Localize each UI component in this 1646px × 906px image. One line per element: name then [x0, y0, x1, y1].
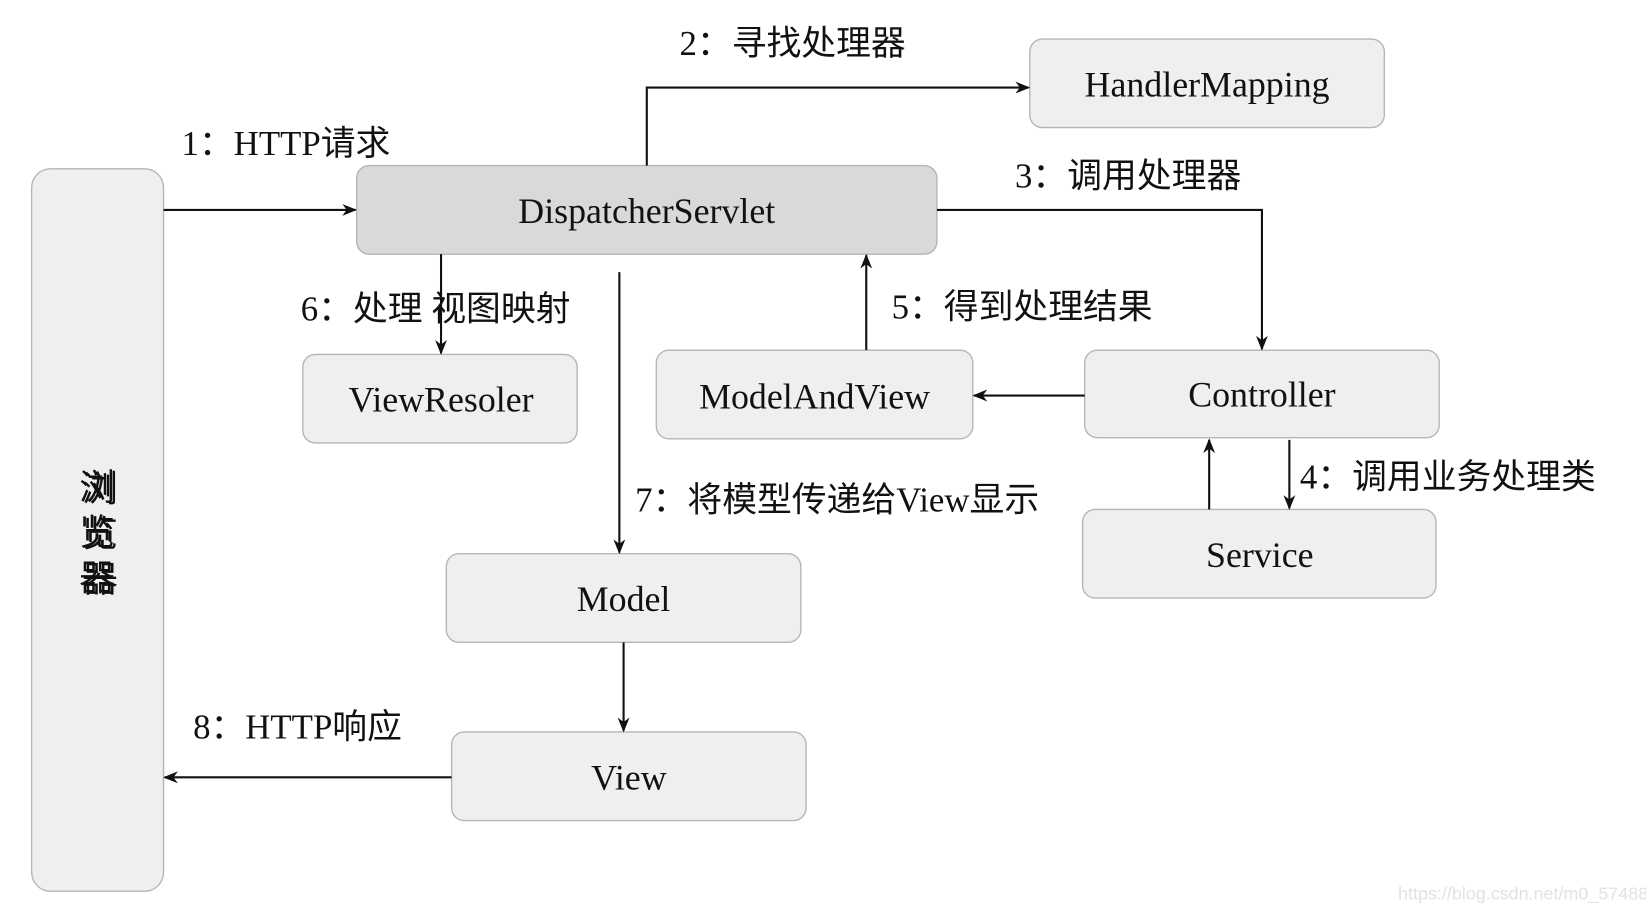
svg-text:HandlerMapping: HandlerMapping: [1085, 64, 1330, 104]
node-browser: 浏览器 浏 览 器: [30, 168, 165, 892]
edge-call-handler: [936, 208, 1268, 351]
edge-find-handler: [645, 81, 1031, 166]
edge-label-5: 5：得到处理结果: [892, 288, 1153, 327]
edge-label-4: 4：调用业务处理类: [1300, 457, 1596, 496]
node-service: Service: [1081, 508, 1437, 599]
edge-label-8: 8：HTTP响应: [193, 707, 402, 746]
spring-mvc-flow-diagram: 浏览器 浏 览 器 DispatcherServlet HandlerMappi…: [30, 24, 1646, 905]
svg-text:Model: Model: [577, 579, 671, 619]
edge-label-6: 6：处理 视图映射: [301, 290, 571, 329]
browser-char-3: 器: [79, 558, 115, 598]
edge-label-1: 1：HTTP请求: [181, 124, 390, 163]
edge-label-2: 2：寻找处理器: [680, 24, 906, 63]
edge-label-7: 7：将模型传递给View显示: [635, 481, 1039, 520]
svg-text:ModelAndView: ModelAndView: [699, 377, 930, 417]
svg-text:Controller: Controller: [1188, 374, 1335, 414]
node-view-resolver: ViewResoler: [302, 353, 578, 444]
browser-char-2: 览: [79, 513, 115, 553]
svg-text:Service: Service: [1206, 535, 1314, 575]
node-dispatcher-servlet: DispatcherServlet: [355, 164, 938, 255]
node-handler-mapping: HandlerMapping: [1029, 38, 1386, 129]
node-controller: Controller: [1083, 349, 1440, 439]
node-model-and-view: ModelAndView: [655, 349, 974, 440]
svg-text:View: View: [591, 757, 667, 797]
node-model: Model: [445, 553, 802, 644]
watermark: https://blog.csdn.net/m0_57488641: [1398, 884, 1646, 905]
svg-text:ViewResoler: ViewResoler: [348, 380, 533, 420]
browser-char-1: 浏: [79, 467, 115, 507]
node-view: View: [450, 731, 807, 822]
edge-label-3: 3：调用处理器: [1015, 157, 1241, 196]
svg-text:DispatcherServlet: DispatcherServlet: [518, 191, 775, 231]
